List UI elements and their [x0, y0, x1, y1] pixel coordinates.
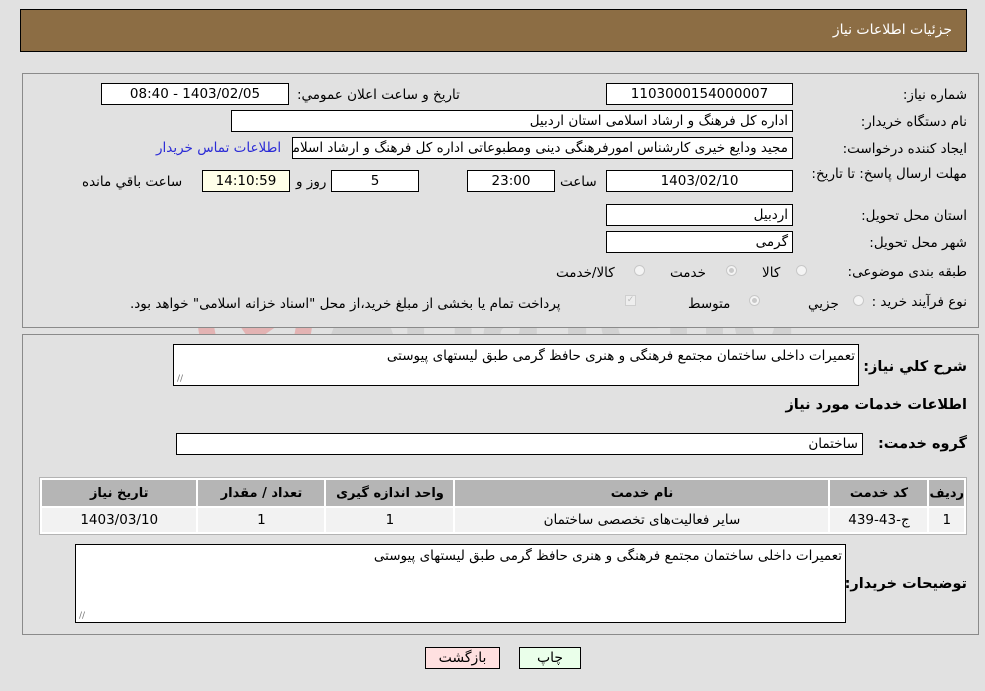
services-table: رديف کد خدمت نام خدمت واحد اندازه گیری ت…	[39, 477, 967, 535]
cell-service-name: سایر فعالیت‌های تخصصی ساختمان	[455, 508, 829, 532]
deadline-label: مهلت ارسال پاسخ: تا تاریخ:	[811, 166, 967, 182]
treasury-note: پرداخت تمام یا بخشی از مبلغ خرید،از محل …	[130, 296, 561, 312]
category-option-goods-service: کالا/خدمت	[556, 265, 615, 281]
city-field: گرمی	[606, 231, 793, 253]
col-need-date: تاریخ نیاز	[42, 480, 197, 506]
buyer-contact-link[interactable]: اطلاعات تماس خریدار	[156, 140, 281, 156]
buyer-notes-label: توضیحات خریدار:	[844, 576, 967, 592]
col-row-number: رديف	[929, 480, 964, 506]
deadline-time-label: ساعت	[560, 174, 597, 190]
general-desc-textarea[interactable]: تعمیرات داخلی ساختمان مجتمع فرهنگی و هنر…	[173, 344, 859, 386]
table-header-row: رديف کد خدمت نام خدمت واحد اندازه گیری ت…	[42, 480, 964, 506]
announce-datetime-field: 1403/02/05 - 08:40	[101, 83, 289, 105]
category-radio-service[interactable]	[726, 265, 737, 276]
remaining-time-field: 14:10:59	[202, 170, 290, 192]
col-service-name: نام خدمت	[455, 480, 829, 506]
cell-unit: 1	[326, 508, 454, 532]
cell-quantity: 1	[198, 508, 325, 532]
cell-need-date: 1403/03/10	[42, 508, 197, 532]
category-radio-goods[interactable]	[796, 265, 807, 276]
resize-grip-icon[interactable]: //	[177, 375, 185, 384]
category-option-goods: کالا	[762, 265, 781, 281]
province-field: اردبیل	[606, 204, 793, 226]
cell-service-code: ج-43-439	[830, 508, 928, 532]
process-radio-minor[interactable]	[853, 295, 864, 306]
need-number-label: شماره نیاز:	[902, 87, 967, 103]
province-label: استان محل تحویل:	[861, 208, 967, 224]
days-remaining-field: 5	[331, 170, 419, 192]
process-radio-medium[interactable]	[749, 295, 760, 306]
col-quantity: تعداد / مقدار	[198, 480, 325, 506]
table-row: 1 ج-43-439 سایر فعالیت‌های تخصصی ساختمان…	[42, 508, 964, 532]
resize-grip-icon[interactable]: //	[79, 612, 87, 621]
col-unit: واحد اندازه گیری	[326, 480, 454, 506]
deadline-time-field: 23:00	[467, 170, 555, 192]
category-radio-goods-service[interactable]	[634, 265, 645, 276]
buyer-org-field: اداره کل فرهنگ و ارشاد اسلامی استان اردب…	[231, 110, 793, 132]
page-header: جزئیات اطلاعات نیاز	[20, 9, 967, 52]
general-desc-label: شرح كلي نياز:	[863, 359, 967, 375]
process-option-minor: جزيي	[808, 296, 839, 312]
cell-row-number: 1	[929, 508, 964, 532]
services-heading: اطلاعات خدمات مورد نياز	[785, 397, 967, 413]
service-group-label: گروه خدمت:	[877, 436, 967, 452]
requester-label: ایجاد کننده درخواست:	[842, 141, 967, 157]
page-title: جزئیات اطلاعات نیاز	[832, 22, 952, 38]
buyer-notes-text: تعمیرات داخلی ساختمان مجتمع فرهنگی و هنر…	[373, 548, 842, 564]
need-number-field: 1103000154000007	[606, 83, 793, 105]
col-service-code: کد خدمت	[830, 480, 928, 506]
announce-label: تاريخ و ساعت اعلان عمومي:	[297, 87, 460, 103]
buyer-notes-textarea[interactable]: تعمیرات داخلی ساختمان مجتمع فرهنگی و هنر…	[75, 544, 846, 623]
category-option-service: خدمت	[670, 265, 706, 281]
process-option-medium: متوسط	[688, 296, 731, 312]
treasury-checkbox[interactable]: ✓	[625, 295, 636, 306]
service-group-field: ساختمان	[176, 433, 863, 455]
general-desc-text: تعمیرات داخلی ساختمان مجتمع فرهنگی و هنر…	[386, 348, 855, 364]
category-label: طبقه بندی موضوعی:	[847, 264, 967, 280]
back-button[interactable]: بازگشت	[425, 647, 500, 669]
remaining-time-label: ساعت باقي مانده	[82, 174, 183, 190]
days-label: روز و	[296, 174, 327, 190]
process-label: نوع فرآیند خرید :	[871, 294, 967, 310]
city-label: شهر محل تحویل:	[869, 235, 967, 251]
deadline-date-field: 1403/02/10	[606, 170, 793, 192]
buyer-org-label: نام دستگاه خریدار:	[860, 114, 967, 130]
requester-field: مجید ودایع خیری کارشناس امورفرهنگی دینی …	[292, 137, 793, 159]
print-button[interactable]: چاپ	[519, 647, 581, 669]
